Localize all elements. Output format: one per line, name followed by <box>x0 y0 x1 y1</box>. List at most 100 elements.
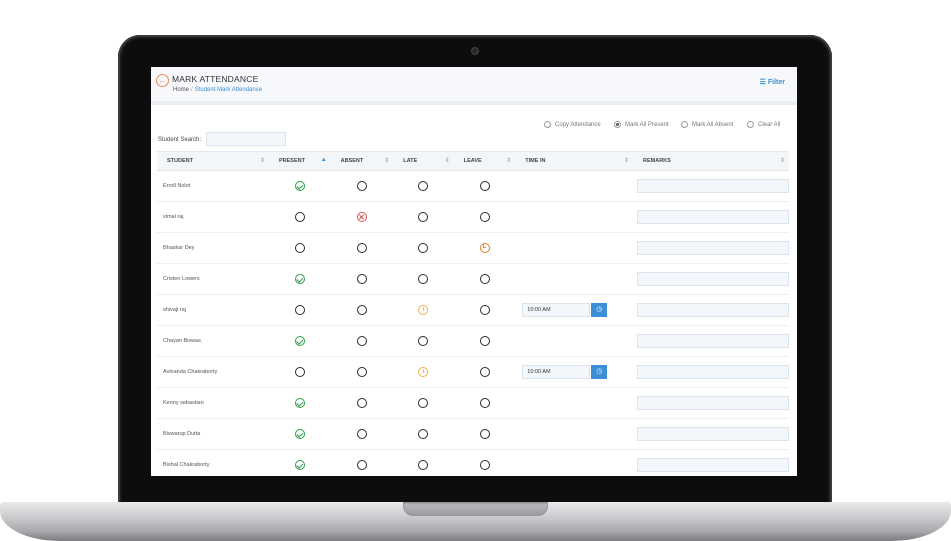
table-row: Chayan Biswas <box>157 325 789 357</box>
sort-icon: ⇕ <box>444 158 450 164</box>
present-selected-icon[interactable] <box>294 274 305 284</box>
col-student[interactable]: STUDENT ⇕ <box>157 151 269 171</box>
clock-icon[interactable]: ◷ <box>591 303 608 317</box>
radio-leave[interactable] <box>479 336 490 346</box>
radio-late[interactable] <box>418 398 429 408</box>
student-name: Kenny sebastian <box>157 387 269 419</box>
col-leave[interactable]: LEAVE ⇕ <box>453 151 516 171</box>
radio-absent[interactable] <box>356 305 367 315</box>
radio-late[interactable] <box>418 460 429 470</box>
cell-time-in <box>515 170 633 202</box>
radio-absent[interactable] <box>356 336 367 346</box>
mark-all-absent-option[interactable]: Mark All Absent <box>681 121 733 128</box>
list-icon: ☰ <box>759 79 766 86</box>
arrow-left-icon[interactable]: ← <box>156 74 169 87</box>
remarks-input[interactable] <box>637 365 789 379</box>
remarks-input[interactable] <box>637 179 789 193</box>
radio-leave[interactable] <box>479 274 490 284</box>
radio-absent[interactable] <box>356 274 367 284</box>
present-selected-icon[interactable] <box>294 336 305 346</box>
cell-late <box>393 356 454 388</box>
radio-late[interactable] <box>418 336 429 346</box>
time-in-input[interactable]: 10:00 AM <box>522 365 591 379</box>
remarks-input[interactable] <box>637 334 789 348</box>
col-time-in[interactable]: TIME IN ⇕ <box>515 151 633 171</box>
cell-leave <box>453 294 516 326</box>
sort-icon: ⇕ <box>259 158 265 164</box>
mark-all-present-option[interactable]: Mark All Present <box>614 121 669 128</box>
radio-absent[interactable] <box>356 398 367 408</box>
radio-late[interactable] <box>418 274 429 284</box>
radio-leave[interactable] <box>479 305 490 315</box>
present-selected-icon[interactable] <box>294 181 305 191</box>
radio-leave[interactable] <box>479 212 490 222</box>
remarks-input[interactable] <box>637 272 789 286</box>
table-row: Erroll Nolot <box>157 170 789 202</box>
radio-clear[interactable] <box>747 121 754 128</box>
radio-present[interactable] <box>294 305 305 315</box>
col-absent[interactable]: ABSENT ⇕ <box>330 151 394 171</box>
remarks-input[interactable] <box>637 458 789 472</box>
radio-absent[interactable] <box>356 460 367 470</box>
col-late[interactable]: LATE ⇕ <box>393 151 454 171</box>
radio-leave[interactable] <box>479 460 490 470</box>
copy-attendance-option[interactable]: Copy Attendance <box>544 121 601 128</box>
present-selected-icon[interactable] <box>294 429 305 439</box>
cell-time-in: 10:00 AM ◷ <box>515 356 633 388</box>
clear-all-option[interactable]: Clear All <box>747 121 780 128</box>
leave-selected-icon[interactable] <box>479 243 490 253</box>
late-selected-icon[interactable] <box>418 305 429 315</box>
time-in-input[interactable]: 10:00 AM <box>522 303 591 317</box>
radio-late[interactable] <box>418 212 429 222</box>
radio-present[interactable] <box>614 121 621 128</box>
cell-absent <box>330 294 394 326</box>
cell-present <box>268 201 331 233</box>
table-row: shivaji raj 10:00 AM ◷ <box>157 294 789 326</box>
radio-absent[interactable] <box>356 429 367 439</box>
cell-late <box>393 263 454 295</box>
breadcrumb-current[interactable]: Student Mark Attendance <box>195 87 262 93</box>
filter-label: Filter <box>767 79 785 86</box>
radio-leave[interactable] <box>479 181 490 191</box>
radio-late[interactable] <box>418 429 429 439</box>
cell-remarks <box>633 449 789 476</box>
cell-remarks <box>633 232 789 264</box>
col-remarks[interactable]: REMARKS ⇕ <box>633 151 789 171</box>
radio-present[interactable] <box>294 243 305 253</box>
radio-absent[interactable] <box>681 121 688 128</box>
copy-attendance-label: Copy Attendance <box>555 121 601 128</box>
cell-time-in <box>515 418 633 450</box>
table-row: Avinanda Chakraborty 10:00 AM ◷ <box>157 356 789 388</box>
filter-button[interactable]: ☰ Filter <box>760 78 785 86</box>
remarks-input[interactable] <box>637 210 789 224</box>
remarks-input[interactable] <box>637 303 789 317</box>
cell-absent <box>330 387 394 419</box>
present-selected-icon[interactable] <box>294 398 305 408</box>
late-selected-icon[interactable] <box>418 367 429 377</box>
breadcrumb-home[interactable]: Home <box>173 87 189 93</box>
remarks-input[interactable] <box>637 396 789 410</box>
radio-present[interactable] <box>294 212 305 222</box>
radio-present[interactable] <box>294 367 305 377</box>
radio-late[interactable] <box>418 243 429 253</box>
cell-present <box>268 325 331 357</box>
radio-late[interactable] <box>418 181 429 191</box>
radio-absent[interactable] <box>356 367 367 377</box>
radio-absent[interactable] <box>356 181 367 191</box>
radio-absent[interactable] <box>356 243 367 253</box>
table-row: Biswarup Dutta <box>157 418 789 450</box>
student-name: Erroll Nolot <box>157 170 269 202</box>
radio-leave[interactable] <box>479 429 490 439</box>
present-selected-icon[interactable] <box>294 460 305 470</box>
col-present[interactable]: PRESENT ▲ <box>268 151 331 171</box>
absent-selected-icon[interactable] <box>356 212 367 222</box>
cell-remarks <box>633 418 789 450</box>
student-search-input[interactable] <box>206 132 286 146</box>
radio-leave[interactable] <box>479 398 490 408</box>
clock-icon[interactable]: ◷ <box>591 365 608 379</box>
remarks-input[interactable] <box>637 241 789 255</box>
radio-leave[interactable] <box>479 367 490 377</box>
radio-copy[interactable] <box>544 121 551 128</box>
cell-absent <box>330 232 394 264</box>
remarks-input[interactable] <box>637 427 789 441</box>
